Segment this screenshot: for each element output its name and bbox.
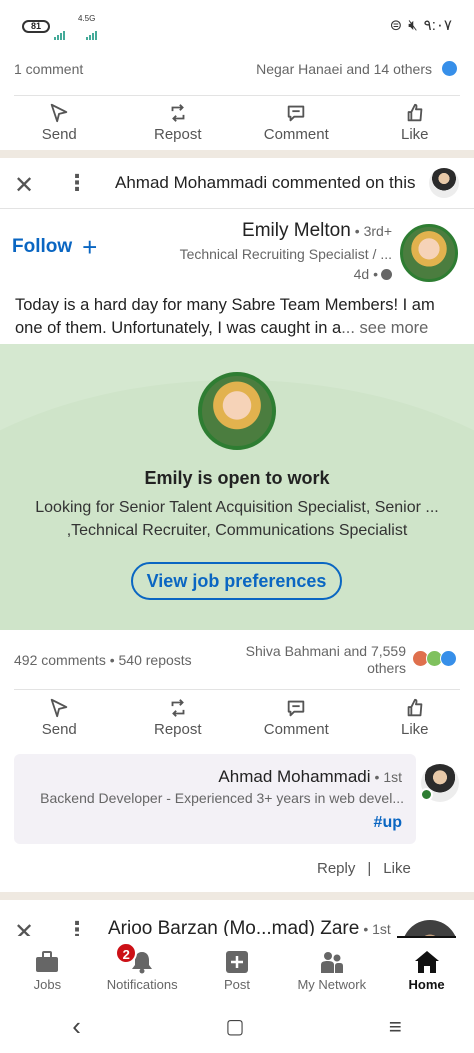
post-counts[interactable]: 492 comments • 540 reposts (14, 652, 192, 668)
send-label: Send (41, 721, 77, 738)
comment-headline: Backend Developer - Experienced 3+ years… (40, 790, 404, 806)
open-to-work-avatar (198, 372, 276, 450)
follow-label: Follow (12, 236, 73, 257)
bottom-navigation: Jobs Notifications 2 Post My Network Hom… (0, 936, 474, 1000)
post-action-bar: Send Repost Comment Like (0, 697, 474, 747)
nav-post-label: Post (223, 977, 250, 992)
open-to-work-card[interactable]: Emily is open to work Looking for Senior… (0, 344, 474, 630)
like-reaction-icon (440, 59, 459, 78)
action-bar: Send Repost Comment Like (0, 102, 474, 152)
battery-indicator: 81 (22, 20, 50, 33)
mute-icon: 🔇︎ (408, 16, 418, 34)
post-context-text: Ahmad Mohammadi commented on this (115, 173, 416, 192)
repost-icon (171, 699, 185, 717)
post-reactors[interactable]: Shiva Bahmani and 7,559 others (246, 643, 406, 677)
nav-notifications-label: Notifications (106, 977, 178, 992)
comment-label: Comment (263, 126, 329, 143)
send-icon (51, 698, 68, 718)
comment-icon (288, 105, 305, 122)
author-avatar[interactable] (400, 224, 458, 282)
follow-button[interactable]: Follow + (12, 232, 98, 262)
like-label: Like (400, 126, 429, 143)
signal-icon (54, 22, 66, 40)
data-saver-icon: ⊜ (389, 17, 403, 34)
nav-my-network[interactable]: My Network (284, 936, 379, 1000)
reactors-summary[interactable]: Negar Hanaei and 14 others (256, 61, 432, 77)
plus-square-icon (225, 951, 248, 973)
comment-icon (288, 700, 305, 717)
repost-label: Repost (153, 126, 202, 143)
see-more-link[interactable]: ... see more (341, 319, 428, 337)
separator: | (367, 860, 372, 877)
status-bar: 81 4.5G ⊜ 🔇︎ ۹:۰۷ (0, 0, 474, 46)
like-icon (407, 698, 423, 717)
home-icon (414, 951, 439, 973)
feed-separator (0, 150, 474, 158)
repost-icon (171, 104, 185, 122)
comment-author[interactable]: Ahmad Mohammadi (218, 767, 370, 787)
comment-card[interactable]: Ahmad Mohammadi • 1st Backend Developer … (14, 754, 416, 844)
divider (14, 95, 460, 96)
repost-button[interactable]: Repost (123, 102, 233, 152)
like-button[interactable]: Like (360, 697, 470, 747)
reactors-line-2: others (367, 660, 406, 676)
view-job-preferences-button[interactable]: View job preferences (131, 562, 342, 600)
online-status-icon (420, 788, 433, 801)
context-avatar[interactable] (429, 168, 459, 198)
comment-degree: • 1st (374, 769, 402, 785)
post-body[interactable]: Today is a hard day for many Sabre Team … (15, 294, 459, 340)
post-time: 4d • (353, 266, 378, 282)
dismiss-icon[interactable]: ✕ (14, 171, 34, 200)
feed-separator (0, 892, 474, 900)
nav-home[interactable]: Home (379, 936, 474, 1000)
system-navigation-bar: ‹ ▢ ≡ (0, 1000, 474, 1053)
nav-my-network-label: My Network (297, 977, 367, 992)
comment-button[interactable]: Comment (241, 102, 351, 152)
people-icon (320, 952, 343, 973)
comment-actions: Reply | Like (317, 860, 411, 877)
more-options-icon[interactable]: ⋮ (66, 170, 88, 196)
comment-like-button[interactable]: Like (383, 860, 411, 877)
comment-label: Comment (263, 721, 329, 738)
author-headline: Technical Recruiting Specialist / ... (179, 246, 392, 262)
nav-notifications[interactable]: Notifications 2 (95, 936, 190, 1000)
comment-count[interactable]: 1 comment (14, 61, 83, 77)
reply-button[interactable]: Reply (317, 860, 355, 877)
send-label: Send (41, 126, 77, 143)
send-button[interactable]: Send (4, 697, 114, 747)
back-icon[interactable]: ‹ (72, 1011, 81, 1042)
send-button[interactable]: Send (4, 102, 114, 152)
repost-label: Repost (153, 721, 202, 738)
send-icon (51, 103, 68, 123)
briefcase-icon (36, 951, 59, 972)
globe-icon (381, 268, 392, 280)
open-to-work-description: Looking for Senior Talent Acquisition Sp… (35, 499, 439, 539)
active-indicator (397, 936, 456, 938)
like-reaction-icon (440, 650, 457, 667)
clock: ۹:۰۷ (423, 17, 452, 34)
repost-button[interactable]: Repost (123, 697, 233, 747)
divider (14, 689, 460, 690)
nav-post[interactable]: Post (190, 936, 285, 1000)
like-label: Like (400, 721, 429, 738)
author-name[interactable]: Emily Melton (242, 220, 351, 242)
nav-jobs-label: Jobs (33, 977, 62, 992)
like-button[interactable]: Like (360, 102, 470, 152)
divider (0, 208, 474, 209)
nav-jobs[interactable]: Jobs (0, 936, 95, 1000)
signal-icon-2 (86, 22, 98, 40)
next-author-degree: • 1st (363, 921, 391, 937)
comment-hashtag[interactable]: #up (374, 814, 402, 832)
recents-icon[interactable]: ≡ (389, 1014, 402, 1040)
like-icon (407, 103, 423, 122)
author-info[interactable]: Emily Melton • 3rd+ Technical Recruiting… (180, 220, 392, 282)
open-to-work-title: Emily is open to work (144, 468, 330, 488)
connection-degree: • 3rd+ (354, 223, 392, 239)
plus-icon: + (82, 232, 98, 262)
reaction-icons (412, 650, 460, 668)
home-circle-icon[interactable]: ▢ (225, 1014, 244, 1039)
nav-home-label: Home (408, 977, 445, 992)
reactors-line-1: Shiva Bahmani and 7,559 (245, 643, 406, 659)
comment-button[interactable]: Comment (241, 697, 351, 747)
